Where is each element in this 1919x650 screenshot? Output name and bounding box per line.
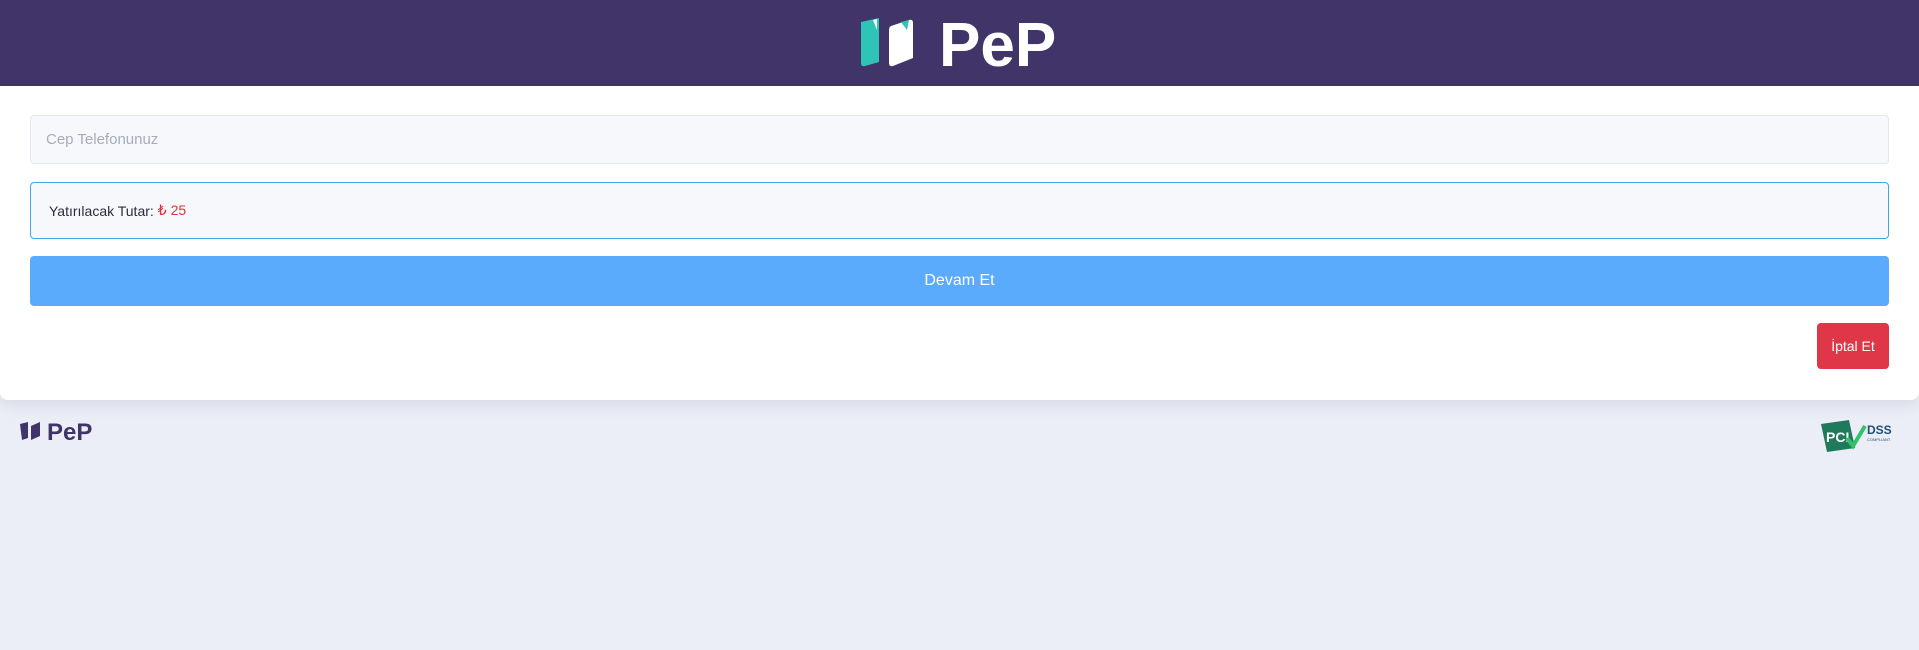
pep-footer-logo-icon: PeP xyxy=(20,419,92,444)
phone-input[interactable] xyxy=(30,115,1889,164)
payment-card: Yatırılacak Tutar: ₺ 25 Devam Et İptal E… xyxy=(0,86,1919,400)
pci-dss-badge-icon: PCI DSS COMPLIANT xyxy=(1821,420,1892,452)
amount-field: Yatırılacak Tutar: ₺ 25 xyxy=(30,182,1889,239)
cancel-button[interactable]: İptal Et xyxy=(1817,323,1889,369)
svg-text:COMPLIANT: COMPLIANT xyxy=(1867,437,1891,442)
amount-label: Yatırılacak Tutar: xyxy=(49,202,154,219)
svg-text:DSS: DSS xyxy=(1867,423,1892,437)
amount-value: ₺ 25 xyxy=(157,202,187,218)
top-header: PeP xyxy=(0,0,1919,86)
header-logo-text: PeP xyxy=(939,11,1056,74)
svg-text:PCI: PCI xyxy=(1826,429,1849,445)
footer-logo-text: PeP xyxy=(47,419,92,444)
pep-logo-icon: PeP xyxy=(861,11,1056,74)
continue-button[interactable]: Devam Et xyxy=(30,256,1889,306)
